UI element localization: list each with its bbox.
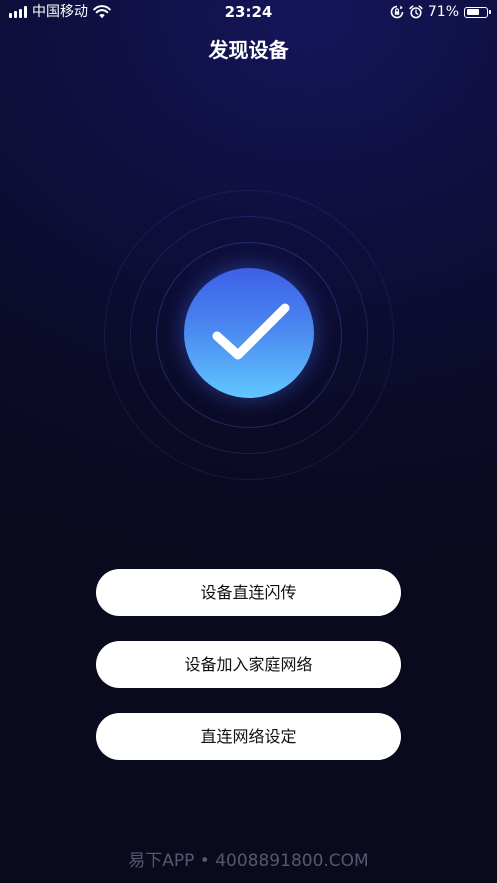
alarm-icon xyxy=(409,5,423,19)
success-circle xyxy=(184,268,314,398)
battery-fill xyxy=(466,9,480,15)
checkmark-icon xyxy=(212,303,290,360)
success-graphic xyxy=(104,190,394,480)
rotation-lock-icon xyxy=(390,5,404,19)
action-list: 设备直连闪传 设备加入家庭网络 直连网络设定 xyxy=(96,569,401,785)
status-right: 71% xyxy=(390,4,491,20)
direct-flash-button[interactable]: 设备直连闪传 xyxy=(96,569,401,616)
join-home-network-button[interactable]: 设备加入家庭网络 xyxy=(96,641,401,688)
watermark: 易下APP • 4008891800.COM xyxy=(128,851,369,871)
status-bar: 中国移动 23:24 71% xyxy=(0,0,497,26)
battery-icon xyxy=(464,6,491,18)
direct-network-settings-button[interactable]: 直连网络设定 xyxy=(96,713,401,760)
page-title: 发现设备 xyxy=(208,38,289,62)
battery-percent: 71% xyxy=(427,4,459,20)
